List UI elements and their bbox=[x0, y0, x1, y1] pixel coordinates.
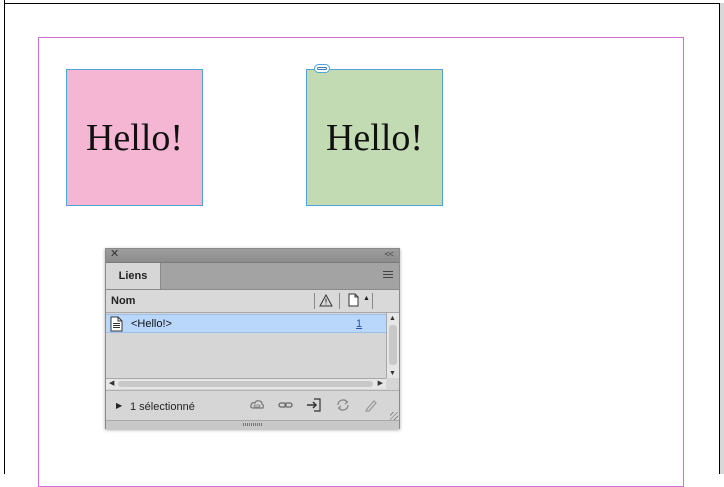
document-icon bbox=[110, 316, 123, 337]
scroll-left-icon[interactable]: ◀ bbox=[109, 379, 114, 387]
panel-footer: ▶ 1 sélectionné bbox=[106, 390, 399, 421]
horizontal-scrollbar[interactable]: ◀ ▶ bbox=[106, 378, 386, 389]
sort-ascending-icon[interactable]: ▲ bbox=[363, 295, 370, 302]
panel-titlebar[interactable]: ✕ << bbox=[106, 248, 399, 263]
link-page-number[interactable]: 1 bbox=[356, 318, 362, 330]
scroll-up-icon[interactable]: ▲ bbox=[389, 315, 396, 322]
text-frame-green[interactable]: Hello! bbox=[306, 69, 443, 206]
frame-text: Hello! bbox=[325, 116, 424, 159]
column-divider[interactable] bbox=[339, 293, 340, 309]
tab-liens[interactable]: Liens bbox=[106, 263, 161, 289]
selection-status: 1 sélectionné bbox=[130, 401, 195, 413]
page-column-icon[interactable] bbox=[348, 293, 360, 312]
panel-bottom-grip[interactable] bbox=[106, 420, 399, 429]
links-list: <Hello!> 1 bbox=[106, 313, 386, 378]
close-icon[interactable]: ✕ bbox=[110, 248, 119, 261]
text-frame-pink[interactable]: Hello! bbox=[66, 69, 203, 206]
linked-content-icon[interactable] bbox=[314, 64, 330, 73]
column-divider[interactable] bbox=[314, 293, 315, 309]
go-to-link-icon[interactable] bbox=[306, 398, 322, 417]
frame-text: Hello! bbox=[85, 116, 184, 159]
page-edge-top bbox=[4, 3, 720, 4]
panel-menu-icon[interactable] bbox=[383, 271, 393, 279]
update-link-icon[interactable] bbox=[335, 398, 351, 417]
pasteboard-strip bbox=[720, 3, 724, 474]
panel-tab-row: Liens bbox=[106, 263, 399, 290]
page-edge-left bbox=[4, 0, 5, 474]
list-item[interactable]: <Hello!> 1 bbox=[106, 314, 386, 333]
resize-grip-icon[interactable] bbox=[390, 412, 398, 420]
scroll-down-icon[interactable]: ▼ bbox=[389, 370, 396, 377]
vertical-scrollbar[interactable]: ▲ ▼ bbox=[386, 313, 399, 378]
links-panel: ✕ << Liens Nom ▲ <Hello!> 1 ▲ ▼ ◀ ▶ ▶ 1 … bbox=[105, 248, 400, 429]
links-column-header: Nom ▲ bbox=[106, 290, 399, 313]
relink-icon[interactable] bbox=[278, 398, 294, 417]
scroll-thumb[interactable] bbox=[389, 325, 397, 365]
grip-dots-icon bbox=[243, 423, 263, 426]
warning-icon[interactable] bbox=[319, 293, 333, 312]
column-divider[interactable] bbox=[372, 293, 373, 309]
scroll-right-icon[interactable]: ▶ bbox=[378, 379, 383, 387]
link-name: <Hello!> bbox=[131, 318, 172, 330]
disclosure-triangle-icon[interactable]: ▶ bbox=[116, 401, 122, 410]
column-header-name[interactable]: Nom bbox=[111, 295, 135, 307]
edit-original-icon[interactable] bbox=[364, 398, 378, 417]
collapse-panel-icon[interactable]: << bbox=[384, 248, 393, 261]
scroll-thumb[interactable] bbox=[118, 381, 373, 387]
cloud-link-icon[interactable] bbox=[249, 398, 265, 417]
